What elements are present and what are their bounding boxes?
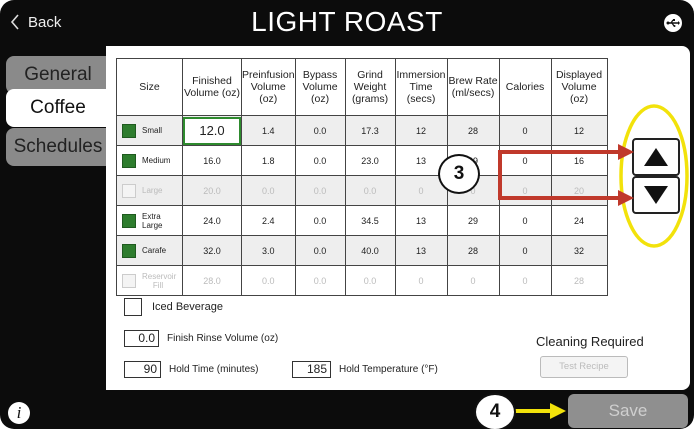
app-screen: Back LIGHT ROAST General Coffee Schedule… [0, 0, 694, 429]
annotation-callout-4: 4 [474, 393, 516, 429]
annotation-callout-3: 3 [438, 154, 480, 194]
highlight-ellipse [619, 104, 689, 248]
annotation-arrows [498, 144, 634, 419]
annotation-overlay [498, 104, 689, 419]
